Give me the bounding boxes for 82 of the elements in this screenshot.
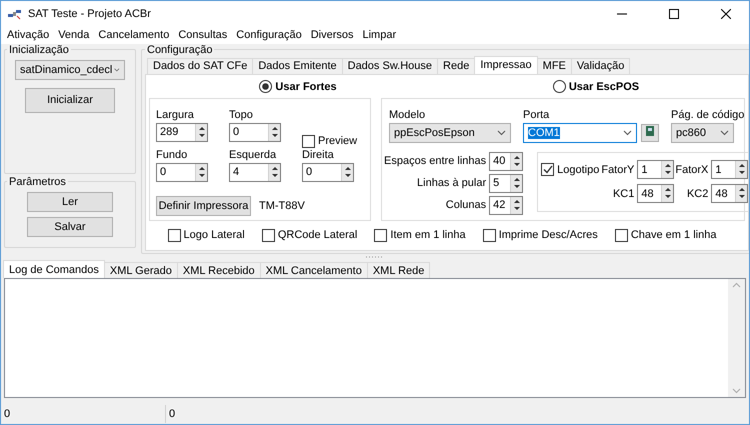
model-dropdown[interactable]: satDinamico_cdecl — [15, 60, 125, 80]
status-text: 0 — [1, 405, 166, 424]
codepage-dropdown[interactable]: pc860 — [671, 122, 734, 143]
initialize-button[interactable]: Inicializar — [25, 88, 115, 113]
parameter-button[interactable]: Ler — [27, 192, 113, 212]
spin-field[interactable]: 4 — [229, 162, 281, 182]
field-label: KC2 — [686, 188, 710, 200]
port-dropdown[interactable]: COM1 — [523, 122, 637, 143]
field-label: KC1 — [612, 188, 636, 200]
radio-button[interactable] — [552, 80, 566, 94]
window-title: SAT Teste - Projeto ACBr — [28, 8, 152, 20]
close-icon — [721, 8, 731, 18]
checkbox[interactable] — [614, 228, 628, 242]
group-title: Parâmetros — [8, 176, 67, 188]
field-label: Largura — [156, 108, 195, 123]
checkbox-label: Logo Lateral — [184, 229, 245, 242]
checkbox[interactable] — [541, 163, 554, 176]
field-label: Porta — [523, 108, 550, 123]
menu-item[interactable]: Ativação — [3, 28, 54, 41]
checkbox-label: Preview — [318, 135, 358, 148]
printer-name: TM-T88V — [259, 200, 305, 212]
field-label: FatorY — [601, 164, 636, 176]
spin-field[interactable]: 0 — [156, 162, 208, 182]
field-label: Pág. de código — [671, 108, 744, 123]
field-label: Topo — [229, 108, 254, 123]
radio-label: Usar EscPOS — [568, 80, 640, 93]
radio-label: Usar Fortes — [275, 80, 337, 93]
parameter-button[interactable]: Salvar — [27, 216, 113, 237]
checkbox[interactable] — [374, 228, 388, 242]
checkbox[interactable] — [168, 228, 181, 242]
checkbox-label: QRCode Lateral — [278, 229, 358, 242]
dropdown-caret-icon — [114, 66, 120, 73]
field-label: Fundo — [156, 148, 188, 163]
menu-item[interactable]: Cancelamento — [94, 28, 174, 41]
tab[interactable]: Impressao — [474, 56, 538, 74]
spin-field[interactable]: 289 — [156, 122, 208, 142]
checkbox[interactable] — [482, 228, 496, 242]
field-label: Modelo — [389, 108, 426, 123]
spin-field[interactable]: 1 — [711, 160, 748, 180]
menu-item[interactable]: Venda — [54, 28, 94, 41]
status-text: 0 — [168, 407, 176, 422]
menu-item[interactable]: Diversos — [306, 28, 358, 41]
group-title: Inicialização — [8, 44, 70, 56]
printer-icon — [644, 125, 656, 138]
spin-field[interactable]: 48 — [637, 184, 674, 204]
menu-item[interactable]: Consultas — [174, 28, 232, 41]
checkbox-label: Logotipo — [557, 164, 600, 176]
port-button[interactable] — [641, 124, 659, 142]
field-label: Colunas — [444, 199, 488, 212]
model-dropdown[interactable]: ppEscPosEpson — [389, 122, 511, 143]
menu-item[interactable]: Limpar — [358, 28, 402, 41]
dropdown-caret-icon — [497, 130, 506, 136]
checkbox[interactable] — [302, 134, 315, 148]
dropdown-caret-icon — [720, 130, 729, 136]
spin-field[interactable]: 0 — [229, 122, 281, 142]
spin-field[interactable]: 42 — [489, 196, 524, 215]
spin-field[interactable]: 48 — [711, 184, 748, 204]
satellite-icon — [8, 8, 22, 20]
spin-field[interactable]: 40 — [489, 152, 524, 171]
field-label: FatorX — [675, 164, 710, 176]
field-label: Espaços entre linhas — [384, 155, 488, 168]
menu-item[interactable]: Configuração — [232, 28, 307, 41]
tab[interactable]: XML Rede — [366, 262, 430, 278]
spin-field[interactable]: 1 — [637, 160, 674, 180]
spin-field[interactable]: 0 — [302, 162, 354, 182]
define-printer-button[interactable]: Definir Impressora — [156, 196, 251, 216]
tab[interactable]: Dados do SAT CFe — [147, 58, 254, 74]
checkbox-label: Item em 1 linha — [390, 229, 466, 242]
checkbox[interactable] — [262, 228, 275, 242]
field-label: Direita — [302, 148, 335, 163]
tab[interactable]: Validação — [570, 58, 630, 74]
group-title: Configuração — [146, 44, 214, 56]
dropdown-caret-icon — [623, 130, 632, 136]
splitter-grip-icon[interactable] — [366, 256, 384, 258]
checkbox-label: Chave em 1 linha — [630, 229, 716, 242]
spin-field[interactable]: 5 — [489, 174, 524, 193]
maximize-icon — [669, 8, 679, 18]
field-label: Linhas à pular — [416, 177, 488, 190]
tab[interactable]: Log de Comandos — [3, 260, 105, 278]
checkbox-label: Imprime Desc/Acres — [498, 229, 598, 242]
radio-button[interactable] — [259, 80, 272, 94]
field-label: Esquerda — [229, 148, 278, 163]
